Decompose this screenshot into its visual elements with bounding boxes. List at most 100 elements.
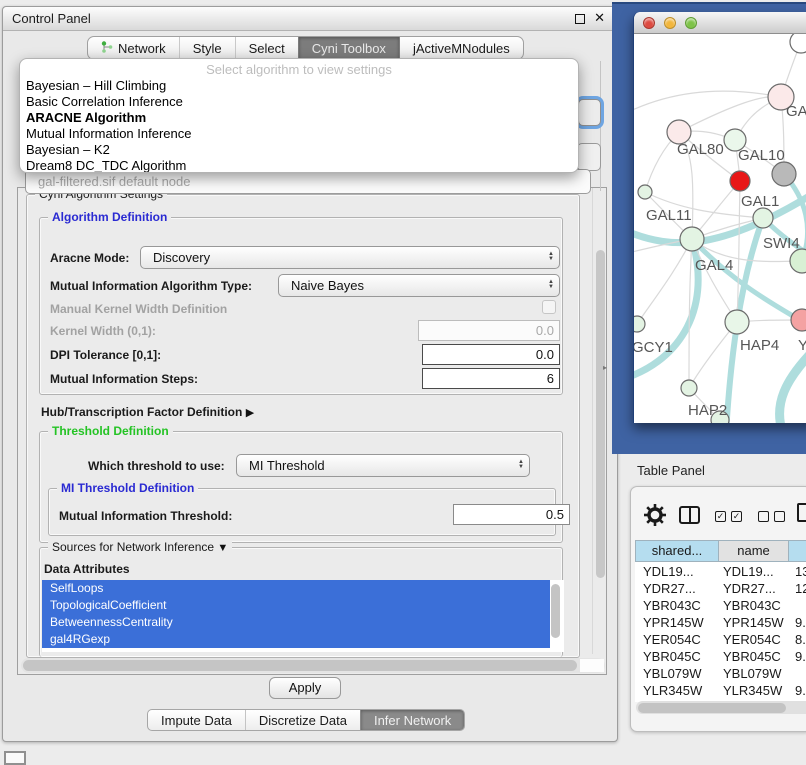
cyni-bottom-tabbar: Impute DataDiscretize DataInfer Network	[147, 709, 465, 731]
algorithm-option-bayesian-hill-climbing[interactable]: Bayesian – Hill Climbing	[20, 78, 578, 94]
attributes-list-scrollbar[interactable]	[551, 584, 560, 638]
network-node[interactable]	[681, 380, 697, 396]
file-icon[interactable]	[797, 503, 806, 522]
tab-discretize-data[interactable]: Discretize Data	[245, 710, 360, 730]
table-row[interactable]: YLR345WYLR345W9.	[635, 682, 806, 699]
tab-label: Select	[249, 41, 285, 56]
network-node[interactable]	[791, 309, 806, 331]
close-traffic-light[interactable]	[643, 17, 655, 29]
tab-select[interactable]: Select	[235, 37, 298, 59]
algorithm-option-aracne-algorithm[interactable]: ARACNE Algorithm	[20, 110, 578, 126]
tab-label: Style	[193, 41, 222, 56]
dpi-tolerance-field[interactable]	[422, 344, 560, 365]
unchecked-box-icon	[758, 511, 769, 522]
table-row[interactable]: YDL19...YDL19...13	[635, 563, 806, 580]
control-panel-window: Control Panel ✕ Network Style Select Cyni T…	[2, 6, 618, 742]
control-panel-tabbar: Network Style Select Cyni ToolboxjActiveMNo…	[87, 36, 524, 60]
select-all-checkboxes-icon[interactable]: ✓ ✓	[715, 511, 742, 522]
network-nodes[interactable]	[634, 34, 806, 423]
network-node[interactable]	[638, 185, 652, 199]
which-threshold-label: Which threshold to use:	[88, 459, 225, 473]
node-label-swi4: SWI4	[763, 235, 800, 252]
settings-vertical-scrollbar[interactable]	[596, 250, 605, 578]
manual-kernel-checkbox[interactable]	[542, 300, 556, 314]
data-attributes-list: SelfLoopsTopologicalCoefficientBetweenne…	[42, 580, 564, 652]
aracne-mode-select[interactable]: Discovery ▲▼	[140, 246, 560, 269]
column-header-name[interactable]: name	[719, 540, 789, 562]
column-header-shared...[interactable]: shared...	[635, 540, 719, 562]
checked-box-icon: ✓	[715, 511, 726, 522]
manual-kernel-label: Manual Kernel Width Definition	[50, 302, 227, 316]
network-canvas[interactable]: GALGAL80GAL10GAL1GAL11SWI4GAL4GCY1HAP4YH…	[634, 34, 806, 423]
column-header-clipped[interactable]	[789, 540, 806, 562]
table-row[interactable]: YBL079WYBL079W	[635, 665, 806, 682]
table-scroll-thumb[interactable]	[638, 703, 786, 713]
node-label-gal10: GAL10	[738, 147, 785, 164]
algorithm-option-mutual-information-inference[interactable]: Mutual Information Inference	[20, 126, 578, 142]
attribute-item-topologicalcoefficient[interactable]: TopologicalCoefficient	[42, 597, 550, 614]
tab-jactivemnodules[interactable]: jActiveMNodules	[399, 37, 523, 59]
algorithm-option-basic-correlation-inference[interactable]: Basic Correlation Inference	[20, 94, 578, 110]
table-row[interactable]: YDR27...YDR27...12	[635, 580, 806, 597]
minimized-panel-icon[interactable]	[4, 751, 26, 765]
mi-algorithm-type-select[interactable]: Naive Bayes ▲▼	[278, 274, 560, 297]
apply-button[interactable]: Apply	[269, 677, 341, 699]
node-label-gal4: GAL4	[695, 257, 733, 274]
float-panel-icon[interactable]	[575, 14, 585, 24]
horizontal-scroll-thumb[interactable]	[23, 660, 577, 671]
aracne-mode-label: Aracne Mode:	[50, 251, 129, 265]
minimize-traffic-light[interactable]	[664, 17, 676, 29]
network-node[interactable]	[790, 34, 806, 53]
which-threshold-select[interactable]: MI Threshold ▲▼	[236, 454, 530, 477]
deselect-all-checkboxes-icon[interactable]	[758, 511, 785, 522]
tab-cyni-toolbox[interactable]: Cyni Toolbox	[298, 37, 399, 59]
expanded-arrow-icon[interactable]: ▼	[217, 542, 228, 554]
close-icon[interactable]: ✕	[594, 10, 605, 26]
algorithm-option-dream8-dc-tdc-algorithm[interactable]: Dream8 DC_TDC Algorithm	[20, 158, 578, 173]
mi-threshold-field[interactable]	[453, 504, 570, 525]
mi-steps-field[interactable]	[422, 368, 560, 389]
tab-impute-data[interactable]: Impute Data	[148, 710, 245, 730]
settings-horizontal-scrollbar[interactable]	[21, 658, 605, 673]
attribute-item-gal4rgexp[interactable]: gal4RGexp	[42, 631, 550, 648]
control-panel-titlebar[interactable]: Control Panel ✕	[3, 7, 617, 31]
threshold-definition-title: Threshold Definition	[48, 424, 173, 438]
network-node[interactable]	[790, 249, 806, 273]
zoom-traffic-light[interactable]	[685, 17, 697, 29]
control-panel-title: Control Panel	[12, 11, 91, 26]
network-node[interactable]	[730, 171, 750, 191]
algorithm-definition-group: Algorithm Definition Aracne Mode: Discov…	[39, 217, 563, 395]
table-row[interactable]: YPR145WYPR145W9.	[635, 614, 806, 631]
table-row[interactable]: YBR045CYBR045C9.	[635, 648, 806, 665]
column-layout-icon[interactable]	[679, 506, 700, 524]
tab-infer-network[interactable]: Infer Network	[360, 710, 464, 730]
gear-icon[interactable]	[644, 504, 666, 526]
algorithm-option-bayesian-k2[interactable]: Bayesian – K2	[20, 142, 578, 158]
network-window-titlebar[interactable]	[634, 12, 806, 34]
table-row[interactable]: YBR043CYBR043C	[635, 597, 806, 614]
network-node[interactable]	[634, 316, 645, 332]
table-horizontal-scrollbar[interactable]	[636, 701, 806, 714]
network-node[interactable]	[725, 310, 749, 334]
algorithm-dropdown-placeholder: Select algorithm to view settings	[20, 61, 578, 78]
panel-divider-handle[interactable]: ▸	[603, 363, 607, 372]
kernel-width-field[interactable]	[418, 320, 560, 341]
mi-steps-label: Mutual Information Steps:	[50, 372, 198, 386]
cell-name: YDL19...	[719, 563, 789, 580]
table-panel: ✓ ✓ shared...name YDL19...YDL19...13YDR2…	[630, 486, 806, 732]
dpi-tolerance-label: DPI Tolerance [0,1]:	[50, 348, 161, 362]
tab-network[interactable]: Network	[88, 37, 179, 59]
table-row[interactable]: YER054CYER054C8.	[635, 631, 806, 648]
focused-combobox-fragment[interactable]	[578, 99, 601, 126]
network-node[interactable]	[753, 208, 773, 228]
attribute-item-selfloops[interactable]: SelfLoops	[42, 580, 550, 597]
combobox-fragment[interactable]	[577, 143, 601, 171]
cell-name: YBR043C	[719, 597, 789, 614]
hub-definition-expander[interactable]: Hub/Transcription Factor Definition ▶	[41, 405, 254, 419]
network-view-window: GALGAL80GAL10GAL1GAL11SWI4GAL4GCY1HAP4YH…	[633, 12, 806, 423]
network-node[interactable]	[772, 162, 796, 186]
attribute-item-betweennesscentrality[interactable]: BetweennessCentrality	[42, 614, 550, 631]
mi-threshold-group-title: MI Threshold Definition	[57, 481, 198, 495]
network-node[interactable]	[680, 227, 704, 251]
tab-style[interactable]: Style	[179, 37, 235, 59]
